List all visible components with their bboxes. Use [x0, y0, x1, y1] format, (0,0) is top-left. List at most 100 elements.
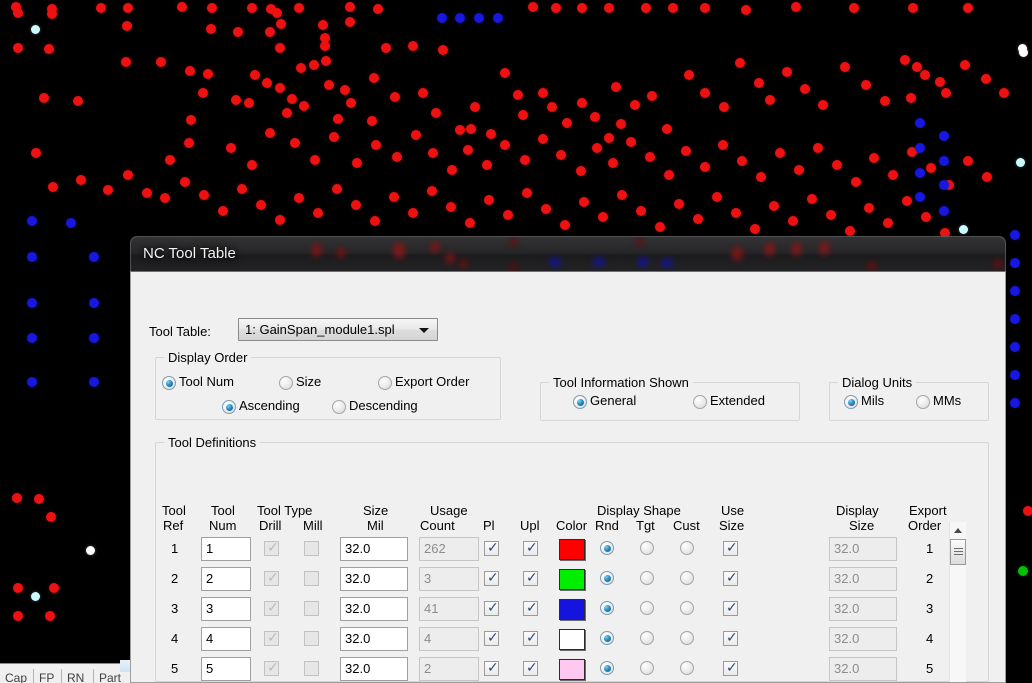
drill-pad [180, 177, 190, 187]
checkbox-use-size[interactable]: ✓ [723, 601, 738, 616]
input-size-mil-text: 32.0 [345, 631, 371, 646]
color-swatch-button[interactable] [559, 599, 585, 620]
dialog-title-bar[interactable]: NC Tool Table [130, 236, 1006, 271]
drill-pad [939, 131, 949, 141]
drill-pad [900, 55, 910, 65]
input-tool-num[interactable]: 1 [201, 537, 251, 561]
input-tool-num[interactable]: 2 [201, 567, 251, 591]
radio-descending[interactable] [332, 400, 346, 414]
drill-pad [788, 216, 798, 226]
radio-ascending[interactable] [222, 400, 236, 414]
checkbox-tool-type-drill[interactable]: ✓ [264, 541, 279, 556]
field-display-size-text: 32.0 [834, 541, 860, 556]
radio-shape-tgt[interactable] [640, 541, 654, 555]
header-size-line2: Mil [367, 518, 384, 533]
checkbox-upl[interactable]: ✓ [523, 631, 538, 646]
drill-pad [207, 3, 217, 13]
tool-table-combobox[interactable]: 1: GainSpan_module1.spl [238, 318, 438, 341]
checkbox-use-size[interactable]: ✓ [723, 541, 738, 556]
drill-pad [731, 208, 741, 218]
tool-table-vertical-scrollbar[interactable] [949, 522, 966, 682]
drill-pad [484, 195, 494, 205]
drill-pad [244, 98, 254, 108]
checkbox-tool-type-mill[interactable] [304, 571, 319, 586]
input-size-mil[interactable]: 32.0 [340, 567, 408, 591]
radio-mms[interactable] [916, 395, 930, 409]
drill-pad [275, 83, 285, 93]
radio-shape-rnd[interactable] [600, 601, 614, 615]
input-size-mil[interactable]: 32.0 [340, 597, 408, 621]
radio-shape-cust[interactable] [680, 541, 694, 555]
header-tool-type-drill: Drill [259, 518, 282, 533]
color-swatch-button[interactable] [559, 659, 585, 680]
drill-pad [963, 3, 973, 13]
radio-size[interactable] [279, 376, 293, 390]
checkbox-upl[interactable]: ✓ [523, 601, 538, 616]
checkbox-usage-pl[interactable]: ✓ [484, 571, 499, 586]
radio-shape-tgt[interactable] [640, 601, 654, 615]
input-tool-num[interactable]: 3 [201, 597, 251, 621]
radio-shape-cust[interactable] [680, 601, 694, 615]
drill-pad [1010, 398, 1020, 408]
checkbox-usage-pl[interactable]: ✓ [484, 601, 499, 616]
tool-information-shown-groupbox: Tool Information Shown General Extended [540, 375, 800, 421]
drill-pad [939, 206, 949, 216]
color-swatch-button[interactable] [559, 629, 585, 650]
checkbox-tool-type-mill[interactable] [304, 631, 319, 646]
titlebar-glass-blob [509, 263, 518, 271]
checkbox-upl[interactable]: ✓ [523, 571, 538, 586]
checkbox-tool-type-drill[interactable]: ✓ [264, 631, 279, 646]
checkbox-tool-type-drill[interactable]: ✓ [264, 661, 279, 676]
radio-shape-tgt[interactable] [640, 661, 654, 675]
radio-tool-num[interactable] [162, 376, 176, 390]
checkbox-tool-type-drill[interactable]: ✓ [264, 571, 279, 586]
radio-shape-cust[interactable] [680, 571, 694, 585]
checkbox-usage-pl[interactable]: ✓ [484, 661, 499, 676]
radio-shape-cust[interactable] [680, 661, 694, 675]
checkbox-usage-pl[interactable]: ✓ [484, 541, 499, 556]
radio-shape-rnd[interactable] [600, 631, 614, 645]
field-display-size-text: 32.0 [834, 571, 860, 586]
checkbox-usage-pl[interactable]: ✓ [484, 631, 499, 646]
drill-pad [845, 226, 855, 236]
drill-pad [674, 199, 684, 209]
drill-pad [184, 138, 194, 148]
checkbox-upl[interactable]: ✓ [523, 541, 538, 556]
input-tool-num[interactable]: 5 [201, 657, 251, 681]
radio-shape-rnd[interactable] [600, 661, 614, 675]
input-size-mil[interactable]: 32.0 [340, 657, 408, 681]
checkbox-use-size[interactable]: ✓ [723, 631, 738, 646]
checkbox-use-size[interactable]: ✓ [723, 571, 738, 586]
input-size-mil[interactable]: 32.0 [340, 537, 408, 561]
input-size-mil-text: 32.0 [345, 661, 371, 676]
checkbox-use-size[interactable]: ✓ [723, 661, 738, 676]
scrollbar-thumb[interactable] [950, 539, 966, 565]
checkbox-tool-type-mill[interactable] [304, 601, 319, 616]
checkbox-upl[interactable]: ✓ [523, 661, 538, 676]
color-swatch-button[interactable] [559, 569, 585, 590]
radio-shape-rnd[interactable] [600, 571, 614, 585]
radio-shape-tgt[interactable] [640, 631, 654, 645]
input-size-mil[interactable]: 32.0 [340, 627, 408, 651]
input-tool-num[interactable]: 4 [201, 627, 251, 651]
checkbox-tool-type-mill[interactable] [304, 661, 319, 676]
radio-shape-cust[interactable] [680, 631, 694, 645]
drill-pad [47, 4, 57, 14]
scroll-up-arrow-icon[interactable] [950, 522, 967, 539]
header-tool-ref-line1: Tool [162, 503, 186, 518]
drill-pad [294, 3, 304, 13]
field-display-size-text: 32.0 [834, 631, 860, 646]
color-swatch-button[interactable] [559, 539, 585, 560]
checkbox-tool-type-drill[interactable]: ✓ [264, 601, 279, 616]
radio-export-order[interactable] [378, 376, 392, 390]
drill-pad [681, 146, 691, 156]
radio-extended[interactable] [693, 395, 707, 409]
drill-pad [437, 13, 447, 23]
radio-shape-tgt[interactable] [640, 571, 654, 585]
check-icon: ✓ [487, 660, 499, 676]
radio-mils[interactable] [844, 395, 858, 409]
radio-general[interactable] [573, 395, 587, 409]
drill-pad [915, 192, 925, 202]
checkbox-tool-type-mill[interactable] [304, 541, 319, 556]
radio-shape-rnd[interactable] [600, 541, 614, 555]
